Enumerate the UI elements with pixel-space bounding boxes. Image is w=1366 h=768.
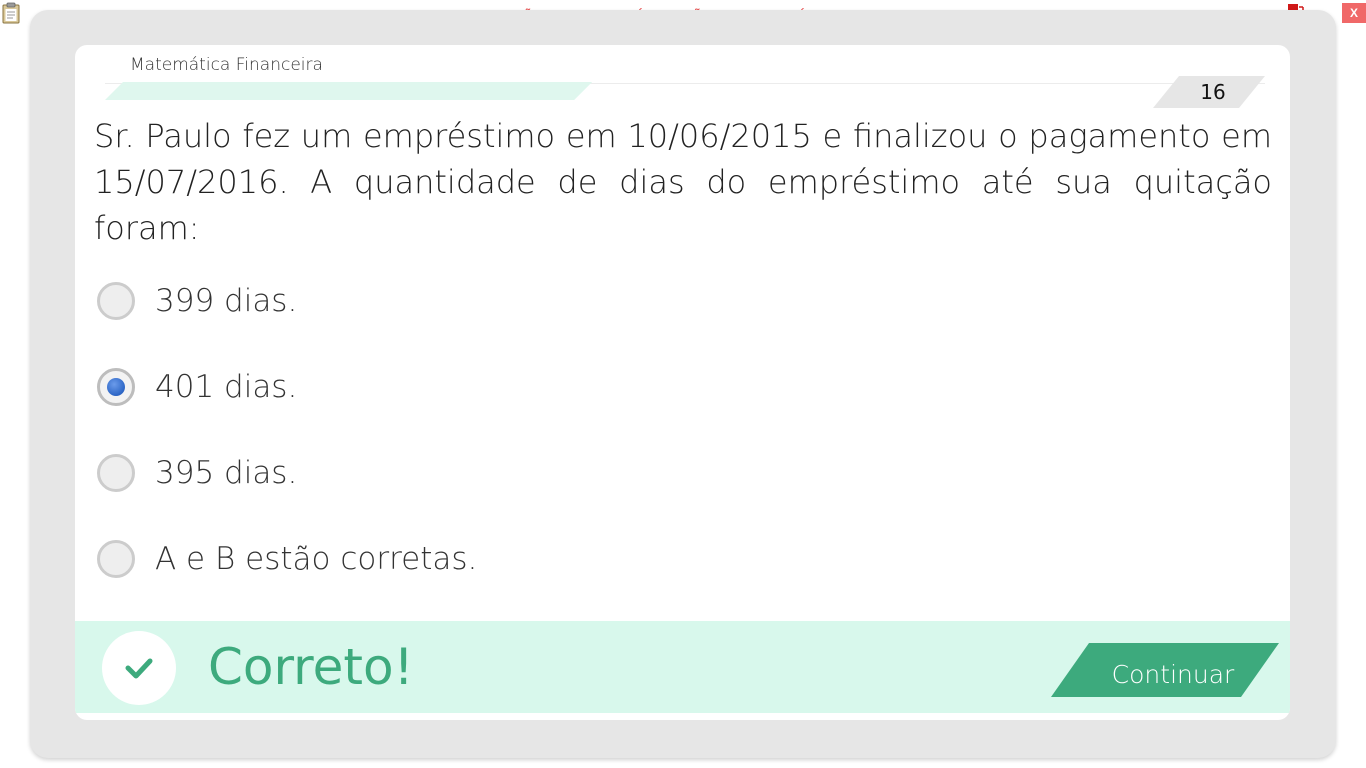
progress-fill [105,82,592,100]
close-button[interactable]: X [1342,3,1366,23]
subject-title: Matemática Financeira [130,55,323,75]
option-c[interactable]: 395 dias. [97,449,797,497]
question-text: Sr. Paulo fez um empréstimo em 10/06/201… [94,117,1272,247]
question-number: 16 [1200,80,1226,104]
option-b[interactable]: 401 dias. [97,363,797,411]
option-label: 399 dias. [155,283,298,319]
progress-bar [105,82,1265,100]
radio-button[interactable] [97,282,135,320]
clipboard-icon[interactable] [2,2,20,24]
radio-button[interactable] [97,368,135,406]
radio-button[interactable] [97,454,135,492]
question-card: Matemática Financeira 16 Sr. Paulo fez u… [75,45,1290,720]
option-label: 395 dias. [155,455,298,491]
checkmark-icon [125,658,153,679]
option-label: 401 dias. [155,369,298,405]
check-badge [102,631,176,705]
option-label: A e B estão corretas. [155,541,478,577]
radio-button[interactable] [97,540,135,578]
option-a[interactable]: 399 dias. [97,277,797,325]
continue-button[interactable]: Continuar [1051,643,1279,697]
feedback-message: Correto! [208,638,414,696]
answer-options: 399 dias. 401 dias. 395 dias. A e B estã… [97,277,797,583]
feedback-bar: Correto! Continuar [75,621,1290,713]
continue-button-label: Continuar [1111,659,1235,689]
option-d[interactable]: A e B estão corretas. [97,535,797,583]
